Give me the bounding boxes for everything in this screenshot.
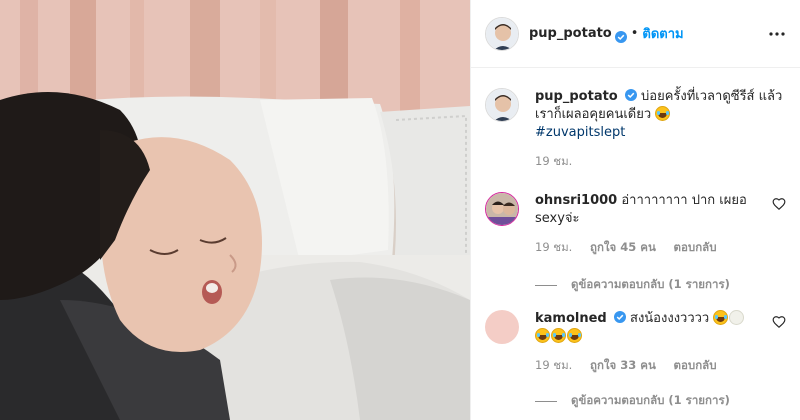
view-replies-label[interactable]: ดูข้อความตอบกลับ (1 รายการ) [571,276,730,294]
blank-emoji-icon [729,310,745,325]
tears-of-joy-emoji-icon [551,328,566,343]
view-replies-label[interactable]: ดูข้อความตอบกลับ (1 รายการ) [571,392,730,410]
comment: ohnsri1000 อ่าาาาาาาา ปาก เผยอ sexyจ่ะ 1… [485,192,786,254]
author-avatar[interactable] [485,16,519,51]
comment-username[interactable]: kamolned [535,311,607,326]
comment-text: สงน้องงงวววว [630,311,710,326]
comment-username[interactable]: ohnsri1000 [535,193,617,208]
view-replies-button[interactable]: ดูข้อความตอบกลับ (1 รายการ) [535,392,730,410]
replies-divider-line [535,284,557,286]
post-side-panel: pup_potato • ติดตาม pup_potato บ่อยครั้ง… [470,0,800,420]
view-replies-button[interactable]: ดูข้อความตอบกลับ (1 รายการ) [535,276,730,294]
sleeping-person-photo [0,0,470,420]
caption-username[interactable]: pup_potato [535,89,618,104]
heart-outline-icon[interactable] [772,196,786,211]
avatar-image [486,17,518,50]
verified-badge-icon [624,89,637,101]
verified-badge-icon [613,311,626,323]
author-username[interactable]: pup_potato [529,26,612,41]
caption-time[interactable]: 19 ชม. [535,154,572,168]
verified-badge-icon [614,28,627,43]
tears-of-joy-emoji-icon [567,328,582,343]
instagram-post: pup_potato • ติดตาม pup_potato บ่อยครั้ง… [0,0,800,420]
tears-of-joy-emoji-icon [713,310,729,325]
comment-likes[interactable]: ถูกใจ 33 คน [590,358,656,372]
follow-button[interactable]: ติดตาม [642,23,683,44]
caption-avatar[interactable] [485,88,519,122]
caption-meta: 19 ชม. [535,152,786,170]
separator-dot: • [630,26,639,41]
comment: kamolned สงน้องงงวววว 19 ชม. ถูกใจ 33 คน… [485,310,786,372]
comment-meta: 19 ชม. ถูกใจ 45 คน ตอบกลับ [535,238,758,256]
comment-meta: 19 ชม. ถูกใจ 33 คน ตอบกลับ [535,356,758,374]
heart-outline-icon[interactable] [772,314,786,329]
post-header: pup_potato • ติดตาม [471,0,800,68]
replies-divider-line [535,400,557,402]
caption: pup_potato บ่อยครั้งที่เวลาดูซีรีส์ แล้ว… [485,88,786,178]
comment-likes[interactable]: ถูกใจ 45 คน [590,240,656,254]
avatar-image [486,89,518,121]
comment-reply-button[interactable]: ตอบกลับ [674,358,717,372]
caption-body: pup_potato บ่อยครั้งที่เวลาดูซีรีส์ แล้ว… [535,88,786,170]
more-options-icon[interactable] [768,25,786,43]
comment-reply-button[interactable]: ตอบกลับ [674,240,717,254]
avatar-image [486,193,518,225]
comment-body: ohnsri1000 อ่าาาาาาาา ปาก เผยอ sexyจ่ะ 1… [535,192,758,256]
comment-avatar[interactable] [485,310,519,344]
tears-of-joy-emoji-icon [535,328,550,343]
grinning-sweat-emoji-icon [655,106,671,121]
comment-body: kamolned สงน้องงงวววว 19 ชม. ถูกใจ 33 คน… [535,310,758,374]
comment-time[interactable]: 19 ชม. [535,358,572,372]
comment-avatar[interactable] [485,192,519,226]
comment-time[interactable]: 19 ชม. [535,240,572,254]
post-photo[interactable] [0,0,470,420]
caption-hashtag[interactable]: #zuvapitslept [535,125,625,140]
